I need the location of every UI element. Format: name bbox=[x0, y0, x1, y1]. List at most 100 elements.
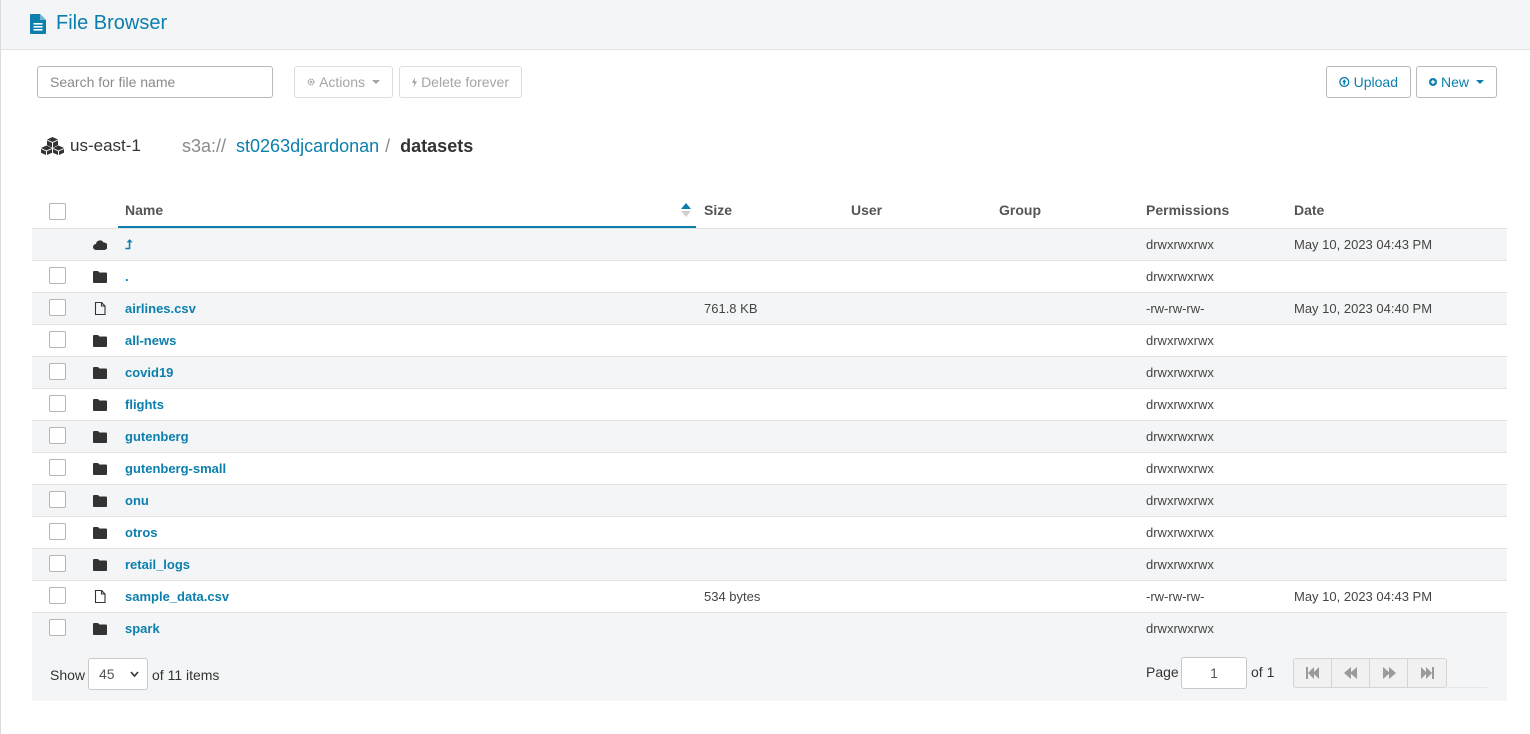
row-name-link[interactable]: flights bbox=[125, 397, 164, 412]
page-label: Page bbox=[1146, 664, 1179, 680]
upload-button[interactable]: Upload bbox=[1326, 66, 1411, 98]
bolt-icon bbox=[412, 77, 418, 87]
delete-forever-button[interactable]: Delete forever bbox=[399, 66, 522, 98]
new-button[interactable]: New bbox=[1416, 66, 1497, 98]
table-header: Name Size User Group Permissions Date bbox=[32, 194, 1507, 228]
upload-circle-icon bbox=[1339, 76, 1350, 88]
table-row[interactable]: onu drwxrwxrwx bbox=[32, 484, 1507, 516]
row-name-link[interactable]: ⮥ bbox=[125, 237, 133, 253]
search-input[interactable] bbox=[37, 66, 273, 98]
row-checkbox[interactable] bbox=[49, 491, 66, 508]
plus-circle-icon bbox=[1429, 78, 1437, 86]
folder-icon bbox=[93, 527, 107, 539]
row-checkbox[interactable] bbox=[49, 619, 66, 636]
table-row[interactable]: gutenberg drwxrwxrwx bbox=[32, 420, 1507, 452]
breadcrumb-scheme[interactable]: s3a:// bbox=[182, 136, 226, 157]
row-permissions: drwxrwxrwx bbox=[1146, 365, 1214, 380]
file-browser-page: File Browser Actions Delete forever Uplo… bbox=[0, 0, 1530, 734]
row-checkbox[interactable] bbox=[49, 587, 66, 604]
region-indicator: us-east-1 bbox=[41, 136, 141, 156]
row-checkbox[interactable] bbox=[49, 331, 66, 348]
row-checkbox[interactable] bbox=[49, 267, 66, 284]
next-page-button[interactable] bbox=[1370, 659, 1408, 687]
previous-page-button[interactable] bbox=[1332, 659, 1370, 687]
row-permissions: drwxrwxrwx bbox=[1146, 333, 1214, 348]
last-page-button[interactable] bbox=[1408, 659, 1446, 687]
table-row[interactable]: sample_data.csv 534 bytes -rw-rw-rw- May 10… bbox=[32, 580, 1507, 612]
table-row[interactable]: gutenberg-small drwxrwxrwx bbox=[32, 452, 1507, 484]
row-checkbox[interactable] bbox=[49, 523, 66, 540]
pagination-footer: Show 45 of 11 items Page 1 of 1 bbox=[32, 643, 1507, 701]
caret-down-icon bbox=[1476, 80, 1484, 84]
last-page-icon bbox=[1421, 667, 1434, 679]
row-checkbox[interactable] bbox=[49, 427, 66, 444]
row-name-link[interactable]: airlines.csv bbox=[125, 301, 196, 316]
breadcrumb-bucket[interactable]: st0263djcardonan bbox=[236, 136, 379, 157]
row-checkbox[interactable] bbox=[49, 363, 66, 380]
folder-icon bbox=[93, 367, 107, 379]
show-label: Show bbox=[50, 667, 86, 683]
breadcrumb-current: datasets bbox=[400, 136, 474, 156]
row-name-link[interactable]: . bbox=[125, 269, 129, 284]
row-permissions: drwxrwxrwx bbox=[1146, 493, 1214, 508]
table-row[interactable]: covid19 drwxrwxrwx bbox=[32, 356, 1507, 388]
row-name-link[interactable]: otros bbox=[125, 525, 158, 540]
column-header-group[interactable]: Group bbox=[999, 202, 1041, 218]
row-permissions: drwxrwxrwx bbox=[1146, 237, 1214, 252]
page-number-input[interactable]: 1 bbox=[1181, 657, 1247, 689]
region-label: us-east-1 bbox=[70, 136, 141, 155]
row-checkbox[interactable] bbox=[49, 395, 66, 412]
column-header-size[interactable]: Size bbox=[704, 202, 732, 218]
table-body: ⮥ drwxrwxrwx May 10, 2023 04:43 PM. drwxrwx… bbox=[32, 228, 1507, 644]
column-header-name[interactable]: Name bbox=[125, 202, 163, 218]
header-bar: File Browser bbox=[1, 0, 1530, 50]
row-size: 534 bytes bbox=[704, 589, 761, 604]
row-name-link[interactable]: sample_data.csv bbox=[125, 589, 229, 604]
row-checkbox[interactable] bbox=[49, 459, 66, 476]
row-name-link[interactable]: covid19 bbox=[125, 365, 173, 380]
row-name-link[interactable]: retail_logs bbox=[125, 557, 190, 572]
row-name-link[interactable]: gutenberg bbox=[125, 429, 189, 444]
row-permissions: drwxrwxrwx bbox=[1146, 269, 1214, 284]
row-permissions: drwxrwxrwx bbox=[1146, 397, 1214, 412]
cubes-icon bbox=[41, 137, 64, 155]
file-icon bbox=[94, 590, 106, 603]
actions-button[interactable]: Actions bbox=[294, 66, 393, 98]
table-row[interactable]: . drwxrwxrwx bbox=[32, 260, 1507, 292]
row-name-link[interactable]: onu bbox=[125, 493, 149, 508]
sort-ascending-icon[interactable] bbox=[681, 203, 691, 217]
row-size: 761.8 KB bbox=[704, 301, 758, 316]
first-page-button[interactable] bbox=[1294, 659, 1332, 687]
fast-forward-icon bbox=[1382, 667, 1396, 679]
row-permissions: drwxrwxrwx bbox=[1146, 461, 1214, 476]
folder-icon bbox=[93, 271, 107, 283]
new-label: New bbox=[1440, 74, 1469, 90]
row-permissions: -rw-rw-rw- bbox=[1146, 589, 1205, 604]
table-row[interactable]: all-news drwxrwxrwx bbox=[32, 324, 1507, 356]
row-date: May 10, 2023 04:43 PM bbox=[1294, 237, 1433, 252]
row-name-link[interactable]: spark bbox=[125, 621, 160, 636]
folder-icon bbox=[93, 623, 107, 635]
item-count-label: of 11 items bbox=[152, 667, 220, 683]
row-name-link[interactable]: all-news bbox=[125, 333, 176, 348]
column-header-user[interactable]: User bbox=[851, 202, 882, 218]
row-name-link[interactable]: gutenberg-small bbox=[125, 461, 226, 476]
column-header-date[interactable]: Date bbox=[1294, 202, 1324, 218]
column-header-permissions[interactable]: Permissions bbox=[1146, 202, 1229, 218]
table-row[interactable]: otros drwxrwxrwx bbox=[32, 516, 1507, 548]
row-permissions: -rw-rw-rw- bbox=[1146, 301, 1205, 316]
table-row[interactable]: spark drwxrwxrwx bbox=[32, 612, 1507, 644]
chevron-down-icon bbox=[130, 671, 139, 678]
table-row[interactable]: ⮥ drwxrwxrwx May 10, 2023 04:43 PM bbox=[32, 228, 1507, 260]
table-row[interactable]: retail_logs drwxrwxrwx bbox=[32, 548, 1507, 580]
row-checkbox[interactable] bbox=[49, 299, 66, 316]
first-page-icon bbox=[1305, 667, 1319, 679]
folder-icon bbox=[93, 399, 107, 411]
table-row[interactable]: airlines.csv 761.8 KB -rw-rw-rw- May 10, 20… bbox=[32, 292, 1507, 324]
page-size-select[interactable]: 45 bbox=[88, 658, 148, 690]
delete-forever-label: Delete forever bbox=[421, 74, 509, 90]
row-checkbox[interactable] bbox=[49, 555, 66, 572]
table-row[interactable]: flights drwxrwxrwx bbox=[32, 388, 1507, 420]
rewind-icon bbox=[1343, 667, 1357, 679]
select-all-checkbox[interactable] bbox=[49, 203, 66, 220]
